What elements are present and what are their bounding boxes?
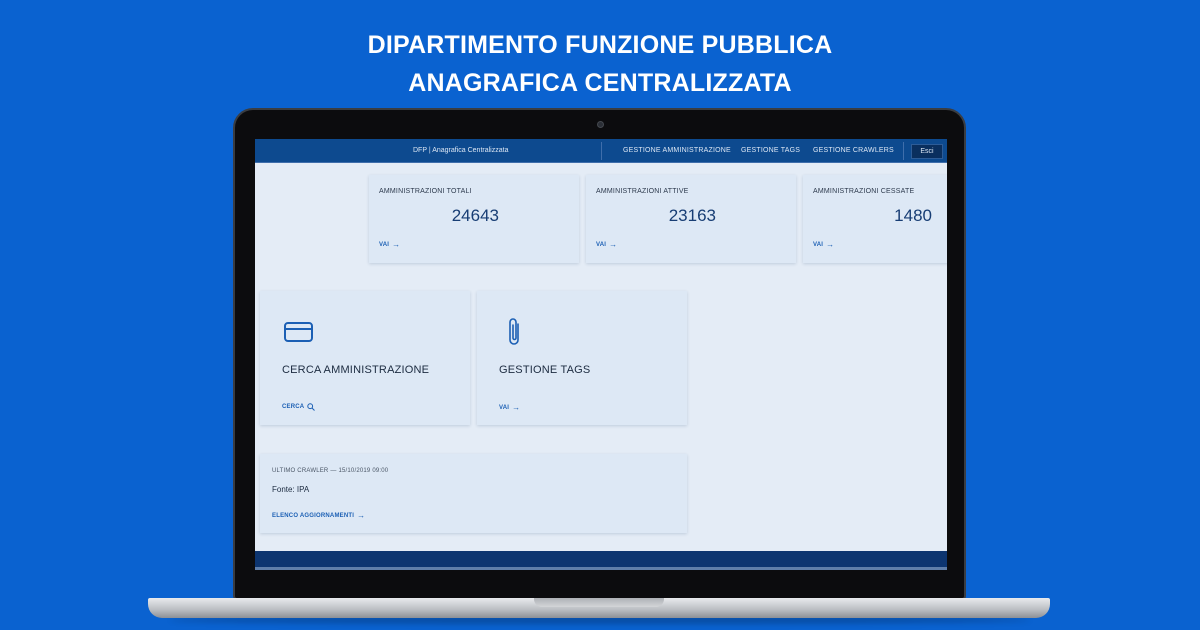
arrow-right-icon: →	[512, 403, 521, 412]
headline-line-1: DIPARTIMENTO FUNZIONE PUBBLICA	[367, 31, 833, 59]
tags-link-label: VAI	[499, 404, 510, 411]
card-icon	[284, 322, 313, 342]
app-footer	[255, 551, 947, 567]
paperclip-icon	[509, 318, 519, 345]
stat-link[interactable]: VAI →	[813, 240, 834, 249]
search-link[interactable]: CERCA	[282, 403, 316, 411]
arrow-right-icon: →	[826, 240, 835, 249]
tags-link[interactable]: VAI →	[499, 403, 520, 412]
laptop-base-notch	[534, 598, 664, 607]
nav-gestione-crawlers[interactable]: GESTIONE CRAWLERS	[813, 147, 894, 154]
arrow-right-icon: →	[609, 240, 618, 249]
feature-card-tags: GESTIONE TAGS VAI →	[477, 291, 687, 425]
camera-icon	[597, 121, 604, 128]
arrow-right-icon: →	[357, 511, 366, 520]
arrow-right-icon: →	[392, 240, 401, 249]
headline: DIPARTIMENTO FUNZIONE PUBBLICA ANAGRAFIC…	[0, 26, 1200, 102]
stat-link[interactable]: VAI →	[379, 240, 400, 249]
nav-divider	[601, 142, 602, 160]
laptop-lid: DFP | Anagrafica Centralizzata GESTIONE …	[233, 108, 966, 600]
stat-card-totali: AMMINISTRAZIONI TOTALI 24643 VAI →	[369, 175, 579, 263]
search-link-label: CERCA	[282, 404, 305, 410]
stat-link-label: VAI	[379, 241, 390, 248]
stat-value: 24643	[451, 206, 499, 225]
updates-link[interactable]: ELENCO AGGIORNAMENTI →	[272, 511, 365, 520]
nav-gestione-amministrazione[interactable]: GESTIONE AMMINISTRAZIONE	[623, 147, 731, 154]
stat-label: AMMINISTRAZIONI CESSATE	[813, 188, 915, 195]
stat-link-label: VAI	[813, 241, 824, 248]
app-screen: DFP | Anagrafica Centralizzata GESTIONE …	[255, 139, 947, 570]
crawler-date: 15/10/2019 09:00	[338, 468, 389, 474]
crawler-label: ULTIMO CRAWLER	[272, 468, 329, 474]
search-icon	[307, 403, 316, 411]
stat-link[interactable]: VAI →	[596, 240, 617, 249]
app-footer-line	[255, 567, 947, 570]
stat-link-label: VAI	[596, 241, 607, 248]
stat-value: 1480	[894, 206, 932, 225]
stat-card-attive: AMMINISTRAZIONI ATTIVE 23163 VAI →	[586, 175, 796, 263]
stat-value: 23163	[668, 206, 716, 225]
app-topbar: DFP | Anagrafica Centralizzata GESTIONE …	[255, 139, 947, 163]
nav-gestione-tags[interactable]: GESTIONE TAGS	[741, 147, 800, 154]
crawler-dash: —	[330, 468, 337, 474]
crawler-info: ULTIMO CRAWLER — 15/10/2019 09:00	[272, 468, 388, 474]
stat-label: AMMINISTRAZIONI TOTALI	[379, 188, 472, 195]
laptop-base	[148, 598, 1050, 618]
feature-title: CERCA AMMINISTRAZIONE	[282, 364, 430, 376]
stat-card-cessate: AMMINISTRAZIONI CESSATE 1480 VAI →	[803, 175, 947, 263]
app-brand[interactable]: DFP | Anagrafica Centralizzata	[413, 147, 508, 154]
nav-divider	[903, 142, 904, 160]
crawler-card: ULTIMO CRAWLER — 15/10/2019 09:00 Fonte:…	[260, 454, 687, 533]
feature-card-cerca: CERCA AMMINISTRAZIONE CERCA	[260, 291, 470, 425]
feature-title: GESTIONE TAGS	[499, 364, 591, 376]
stat-label: AMMINISTRAZIONI ATTIVE	[596, 188, 689, 195]
headline-line-2: ANAGRAFICA CENTRALIZZATA	[408, 69, 792, 97]
exit-button[interactable]: Esci	[911, 144, 943, 159]
crawler-source: Fonte: IPA	[272, 485, 310, 494]
updates-link-label: ELENCO AGGIORNAMENTI	[272, 512, 355, 519]
